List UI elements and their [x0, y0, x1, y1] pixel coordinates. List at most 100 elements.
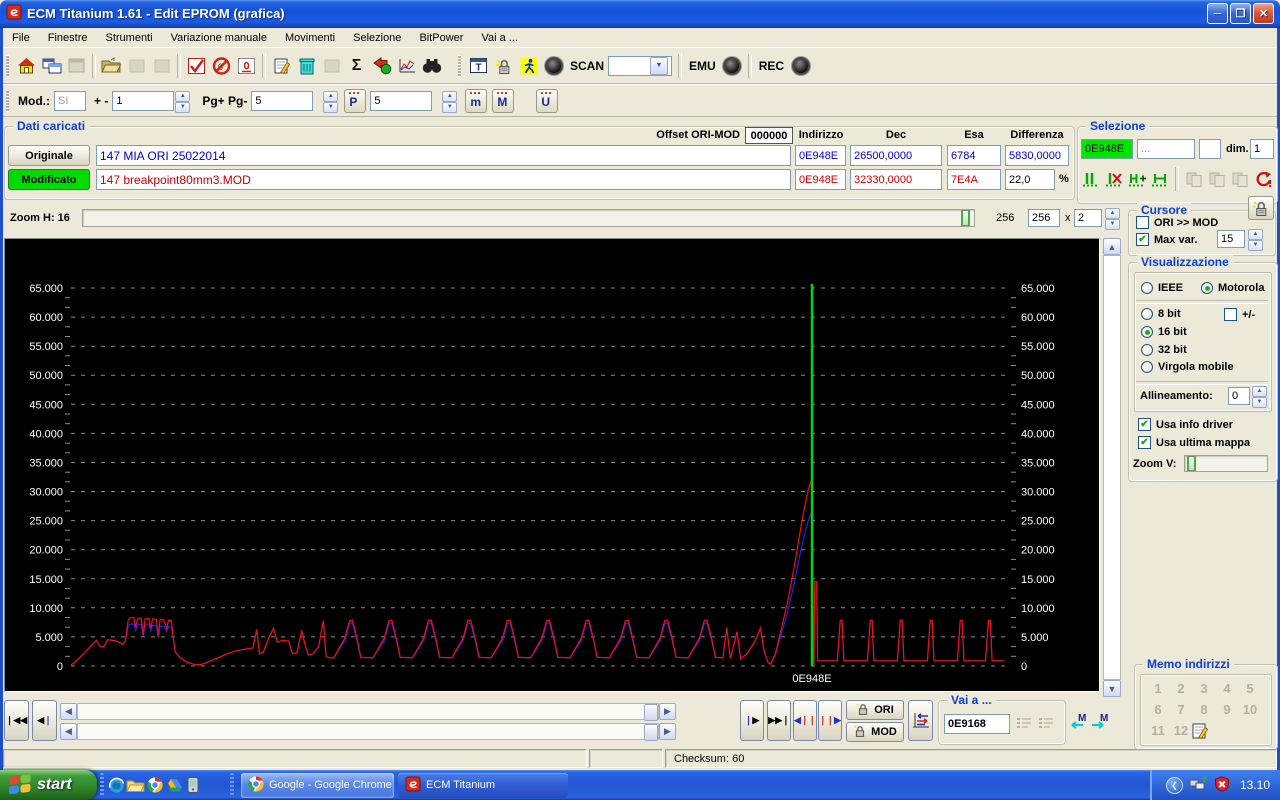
- bit32-option[interactable]: 32 bit: [1141, 344, 1187, 356]
- zoom-h-slider[interactable]: [82, 209, 975, 227]
- menu-item-movimenti[interactable]: Movimenti: [276, 30, 344, 46]
- mod-lock-button[interactable]: MOD: [846, 722, 904, 742]
- scrollbar-bottom-thumb[interactable]: [644, 724, 658, 741]
- page-step-spinner[interactable]: ▲ ▼: [323, 90, 339, 113]
- originale-button[interactable]: Originale: [8, 145, 90, 166]
- scrollbar-bottom-right-arrow[interactable]: ▶: [659, 723, 676, 740]
- originale-file-field[interactable]: 147 MIA ORI 25022014: [96, 145, 791, 166]
- zero-values-button[interactable]: 0: [234, 53, 259, 79]
- modificato-differenza-field[interactable]: 22,0: [1005, 169, 1055, 190]
- zoom-h-slider-handle[interactable]: [961, 210, 970, 226]
- menu-item-bitpower[interactable]: BitPower: [410, 30, 472, 46]
- usa-mappa-checkbox[interactable]: [1138, 436, 1151, 449]
- nav-prev-button[interactable]: ◀❘: [32, 700, 57, 741]
- phone-icon[interactable]: [183, 774, 202, 796]
- menu-item-file[interactable]: File: [3, 30, 39, 46]
- max-var-checkbox[interactable]: [1136, 233, 1149, 246]
- ori-lock-button[interactable]: ORI: [846, 700, 904, 720]
- jump-end-button[interactable]: ▶▶❘: [767, 700, 791, 741]
- selezione-count-field[interactable]: [1199, 139, 1221, 159]
- vai-a-field[interactable]: 0E9168: [944, 714, 1010, 734]
- selection-delete-button[interactable]: [1103, 166, 1125, 192]
- max-var-field[interactable]: 15: [1217, 230, 1245, 248]
- menu-item-variazione-manuale[interactable]: Variazione manuale: [162, 30, 276, 46]
- security-shield-icon[interactable]: [1214, 775, 1230, 795]
- allineamento-spinner[interactable]: ▲ ▼: [1252, 386, 1267, 408]
- max-value-button[interactable]: M: [492, 88, 515, 113]
- task-ecm-titanium[interactable]: ECM Titanium: [398, 772, 568, 798]
- modificato-button[interactable]: Modificato: [8, 169, 90, 190]
- modificato-dec-field[interactable]: 32330,0000: [850, 169, 942, 190]
- edit-notes-button[interactable]: [269, 53, 294, 79]
- modificato-esa-field[interactable]: 7E4A: [947, 169, 1001, 190]
- offset-value-field[interactable]: 000000: [745, 127, 793, 144]
- apply-check-button[interactable]: [184, 53, 209, 79]
- nav-first-button[interactable]: ❘◀◀: [4, 700, 29, 741]
- step-spinner[interactable]: ▲ ▼: [175, 90, 191, 113]
- max-var-spinner[interactable]: ▲ ▼: [1248, 229, 1263, 251]
- bit16-option[interactable]: 16 bit: [1141, 326, 1187, 338]
- originale-differenza-field[interactable]: 5830,0000: [1005, 145, 1069, 166]
- search-button[interactable]: [419, 53, 444, 79]
- bit32-radio[interactable]: [1141, 344, 1153, 356]
- virgola-option[interactable]: Virgola mobile: [1141, 361, 1234, 373]
- menu-item-vai-a[interactable]: Vai a ...: [472, 30, 526, 46]
- usa-mappa-option[interactable]: Usa ultima mappa: [1138, 436, 1250, 449]
- zoom-v-slider-handle[interactable]: [1187, 456, 1196, 471]
- allineamento-field[interactable]: 0: [1228, 387, 1250, 405]
- scrollbar-top-track[interactable]: [77, 703, 659, 721]
- toolbar-grip[interactable]: [458, 54, 461, 77]
- selection-width-button[interactable]: [1149, 166, 1171, 192]
- graph-view-button[interactable]: [394, 53, 419, 79]
- mod-field[interactable]: SI: [54, 90, 86, 111]
- messenger-icon[interactable]: [107, 774, 126, 796]
- prev-diff-button[interactable]: ◀❘❘: [793, 700, 817, 741]
- dim-field[interactable]: 1: [1250, 139, 1274, 159]
- refresh-button[interactable]: [1252, 166, 1274, 192]
- drive-icon[interactable]: [164, 774, 183, 796]
- plusminus-option[interactable]: +/-: [1224, 308, 1255, 321]
- ori-mod-option[interactable]: ORI >> MOD: [1136, 216, 1218, 229]
- home-button[interactable]: [14, 53, 39, 79]
- motorola-option[interactable]: Motorola: [1201, 282, 1264, 294]
- step-forward-button[interactable]: ❘▶: [740, 700, 764, 741]
- graph-canvas[interactable]: 65.000 65.000 60.000 60.000 55.000 55.000 50.0…: [4, 238, 1100, 692]
- unlock-button[interactable]: [491, 53, 516, 79]
- scrollbar-bottom-track[interactable]: [77, 723, 659, 741]
- selection-start-button[interactable]: [1080, 166, 1102, 192]
- chrome-icon[interactable]: [145, 774, 164, 796]
- open-file-button[interactable]: [99, 53, 124, 79]
- ieee-radio[interactable]: [1141, 282, 1153, 294]
- max-var-option[interactable]: Max var.: [1136, 233, 1197, 246]
- map-next-icon[interactable]: M: [1090, 712, 1110, 732]
- toolbar-grip[interactable]: [6, 89, 9, 112]
- originale-indirizzo-field[interactable]: 0E948E: [795, 145, 846, 166]
- cascade-windows-button[interactable]: [39, 53, 64, 79]
- scan-select[interactable]: ▼: [608, 55, 673, 76]
- delete-button[interactable]: [294, 53, 319, 79]
- bit16-radio[interactable]: [1141, 326, 1153, 338]
- page-step-field[interactable]: 5: [251, 90, 314, 111]
- ori-mod-checkbox[interactable]: [1136, 216, 1149, 229]
- chevron-down-icon[interactable]: ▼: [650, 56, 669, 75]
- zoom-h-mult-field[interactable]: 2: [1074, 209, 1102, 227]
- network-icon[interactable]: [1189, 776, 1208, 794]
- virgola-radio[interactable]: [1141, 361, 1153, 373]
- scrollbar-top-left-arrow[interactable]: ◀: [60, 703, 77, 720]
- zoom-h-page-field[interactable]: 256: [1028, 209, 1060, 227]
- toolbar-grip[interactable]: [6, 54, 9, 77]
- step-field[interactable]: 1: [112, 90, 175, 111]
- task-chrome[interactable]: Google - Google Chrome: [241, 772, 394, 798]
- zoom-h-mult-spinner[interactable]: ▲ ▼: [1105, 208, 1120, 230]
- next-diff-button[interactable]: ❘❘▶: [818, 700, 842, 741]
- percent-mode-button[interactable]: P: [344, 88, 367, 113]
- run-button[interactable]: [516, 53, 541, 79]
- scrollbar-bottom-left-arrow[interactable]: ◀: [60, 723, 77, 740]
- scrollbar-top-right-arrow[interactable]: ▶: [659, 703, 676, 720]
- chart-vertical-scrollbar[interactable]: [1103, 255, 1121, 680]
- zoom-v-slider[interactable]: [1184, 455, 1268, 472]
- chart-scroll-up[interactable]: ▲: [1103, 238, 1121, 255]
- originale-esa-field[interactable]: 6784: [947, 145, 1001, 166]
- bit8-option[interactable]: 8 bit: [1141, 308, 1181, 320]
- chart-scroll-down[interactable]: ▼: [1103, 680, 1121, 697]
